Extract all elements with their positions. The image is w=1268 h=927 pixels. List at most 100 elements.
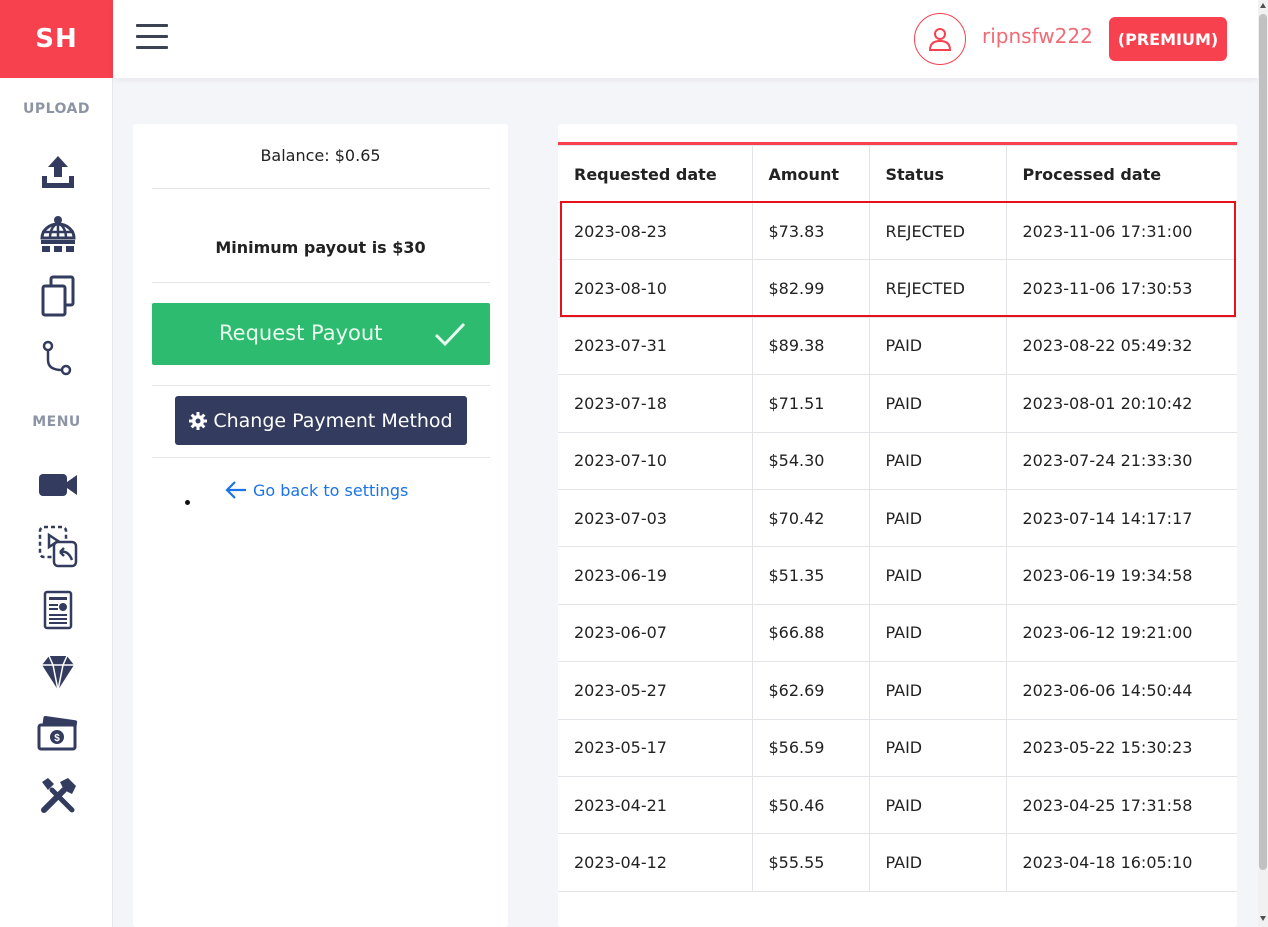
table-row: 2023-07-03 $70.42 PAID 2023-07-14 14:17:17 — [558, 488, 1237, 548]
table-row: 2023-05-17 $56.59 PAID 2023-05-22 15:30:23 — [558, 718, 1237, 777]
logo[interactable]: SH — [0, 0, 113, 78]
balance-text: Balance: $0.65 — [260, 146, 381, 165]
cell-requested-date: 2023-05-27 — [558, 661, 753, 720]
cell-status: PAID — [868, 374, 1007, 433]
cell-processed-date: 2023-08-01 20:10:42 — [1005, 374, 1237, 433]
cell-status: PAID — [868, 775, 1007, 835]
cell-amount: $55.55 — [751, 833, 870, 892]
cell-amount: $73.83 — [751, 201, 870, 261]
video-reply-icon[interactable] — [33, 521, 83, 571]
cell-status: REJECTED — [868, 259, 1007, 318]
column-header-requested-date: Requested date — [558, 145, 753, 203]
table-body: 2023-08-23 $73.83 REJECTED 2023-11-06 17:31… — [558, 201, 1237, 892]
column-header-processed-date: Processed date — [1005, 145, 1237, 203]
upload-heading: UPLOAD — [22, 101, 91, 117]
cell-processed-date: 2023-07-14 14:17:17 — [1005, 488, 1237, 548]
cell-amount: $51.35 — [751, 546, 870, 605]
cell-processed-date: 2023-08-22 05:49:32 — [1005, 316, 1237, 376]
cell-requested-date: 2023-07-03 — [558, 488, 753, 548]
cell-amount: $66.88 — [751, 603, 870, 663]
table-row: 2023-06-07 $66.88 PAID 2023-06-12 19:21:00 — [558, 603, 1237, 663]
go-back-label: Go back to settings — [253, 480, 409, 500]
cell-processed-date: 2023-05-22 15:30:23 — [1005, 718, 1237, 777]
table-row: 2023-07-31 $89.38 PAID 2023-08-22 05:49:32 — [558, 316, 1237, 376]
cell-amount: $54.30 — [751, 431, 870, 490]
cell-status: PAID — [868, 603, 1007, 663]
cell-amount: $56.59 — [751, 718, 870, 777]
table-row: 2023-08-23 $73.83 REJECTED 2023-11-06 17:31… — [558, 201, 1237, 261]
cell-amount: $70.42 — [751, 488, 870, 548]
money-bill-icon[interactable]: $ — [33, 709, 83, 759]
cell-processed-date: 2023-11-06 17:30:53 — [1005, 259, 1237, 318]
cell-requested-date: 2023-05-17 — [558, 718, 753, 777]
cell-amount: $62.69 — [751, 661, 870, 720]
divider — [152, 282, 490, 283]
checkmark-icon — [434, 322, 466, 347]
payout-history-card: Requested date Amount Status Processed d… — [558, 124, 1237, 927]
divider — [152, 457, 490, 458]
divider — [152, 188, 490, 189]
cell-requested-date: 2023-07-18 — [558, 374, 753, 433]
cell-processed-date: 2023-06-06 14:50:44 — [1005, 661, 1237, 720]
user-avatar-icon[interactable] — [914, 13, 966, 65]
upload-icon[interactable] — [33, 147, 83, 197]
table-row: 2023-07-18 $71.51 PAID 2023-08-01 20:10:42 — [558, 374, 1237, 433]
go-back-to-settings-link[interactable]: Go back to settings — [225, 480, 408, 500]
cell-amount: $89.38 — [751, 316, 870, 376]
cell-processed-date: 2023-06-19 19:34:58 — [1005, 546, 1237, 605]
tools-icon[interactable] — [33, 771, 83, 821]
cell-status: PAID — [868, 546, 1007, 605]
table-header-row: Requested date Amount Status Processed d… — [558, 145, 1237, 203]
cell-requested-date: 2023-08-10 — [558, 259, 753, 318]
payout-history-table: Requested date Amount Status Processed d… — [558, 145, 1237, 892]
arrow-left-icon — [225, 481, 246, 499]
video-camera-icon[interactable] — [33, 460, 83, 510]
copy-files-icon[interactable] — [33, 271, 83, 321]
table-row: 2023-04-12 $55.55 PAID 2023-04-18 16:05:10 — [558, 833, 1237, 892]
premium-badge[interactable]: (PREMIUM) — [1109, 17, 1227, 61]
table-row: 2023-07-10 $54.30 PAID 2023-07-24 21:33:30 — [558, 431, 1237, 490]
svg-text:$: $ — [54, 733, 60, 744]
globe-network-icon[interactable] — [33, 209, 83, 259]
minimum-payout-text: Minimum payout is $30 — [215, 238, 426, 257]
scroll-down-arrow-icon[interactable] — [1260, 916, 1266, 921]
cell-requested-date: 2023-08-23 — [558, 201, 753, 261]
cell-requested-date: 2023-07-10 — [558, 431, 753, 490]
table-row: 2023-04-21 $50.46 PAID 2023-04-25 17:31:58 — [558, 775, 1237, 835]
report-document-icon[interactable] — [33, 585, 83, 635]
hamburger-menu-icon[interactable] — [136, 24, 168, 52]
cell-requested-date: 2023-04-21 — [558, 775, 753, 835]
cell-processed-date: 2023-07-24 21:33:30 — [1005, 431, 1237, 490]
cell-amount: $82.99 — [751, 259, 870, 318]
change-payment-method-button[interactable]: Change Payment Method — [175, 396, 467, 445]
git-branch-icon[interactable] — [33, 333, 83, 383]
scrollbar[interactable] — [1258, 0, 1268, 927]
cell-processed-date: 2023-06-12 19:21:00 — [1005, 603, 1237, 663]
cell-amount: $71.51 — [751, 374, 870, 433]
cell-processed-date: 2023-11-06 17:31:00 — [1005, 201, 1237, 261]
sidebar: SH UPLOAD MENU $ — [0, 0, 113, 927]
cell-requested-date: 2023-06-19 — [558, 546, 753, 605]
request-payout-label: Request Payout — [219, 321, 383, 345]
cell-requested-date: 2023-06-07 — [558, 603, 753, 663]
menu-heading: MENU — [32, 414, 81, 430]
cell-status: PAID — [868, 833, 1007, 892]
table-row: 2023-06-19 $51.35 PAID 2023-06-19 19:34:58 — [558, 546, 1237, 605]
list-bullet — [185, 500, 190, 505]
cell-processed-date: 2023-04-25 17:31:58 — [1005, 775, 1237, 835]
scroll-up-arrow-icon[interactable] — [1260, 3, 1266, 8]
cell-status: PAID — [868, 718, 1007, 777]
cell-status: PAID — [868, 661, 1007, 720]
cell-requested-date: 2023-07-31 — [558, 316, 753, 376]
gear-icon — [189, 411, 208, 430]
cell-processed-date: 2023-04-18 16:05:10 — [1005, 833, 1237, 892]
change-payment-method-label: Change Payment Method — [213, 409, 453, 432]
table-row: 2023-08-10 $82.99 REJECTED 2023-11-06 17:30… — [558, 259, 1237, 318]
cell-requested-date: 2023-04-12 — [558, 833, 753, 892]
cell-status: PAID — [868, 488, 1007, 548]
topbar: ripnsfw222 (PREMIUM) — [113, 0, 1258, 78]
diamond-icon[interactable] — [33, 647, 83, 697]
username[interactable]: ripnsfw222 — [982, 24, 1093, 48]
scroll-thumb[interactable] — [1259, 14, 1267, 870]
request-payout-button[interactable]: Request Payout — [152, 303, 490, 365]
